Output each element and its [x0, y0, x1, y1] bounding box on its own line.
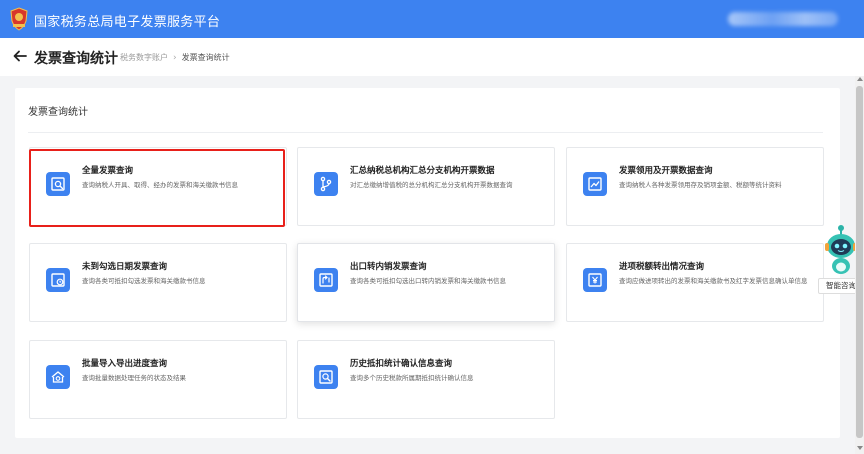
card-desc: 查询纳税人开具、取得、经办的发票和海关缴款书信息: [82, 181, 238, 189]
chevron-right-icon: ›: [173, 52, 177, 63]
card-title: 发票领用及开票数据查询: [619, 166, 713, 176]
section-title: 发票查询统计: [28, 107, 88, 118]
card-desc: 查询各类可抵扣勾选出口转内销发票和海关缴款书信息: [350, 277, 506, 285]
card-title: 进项税额转出情况查询: [619, 262, 705, 272]
card-title: 汇总纳税总机构汇总分支机构开票数据: [350, 166, 495, 176]
breadcrumb-item-current: 发票查询统计: [181, 53, 230, 62]
card-title: 出口转内销发票查询: [350, 262, 427, 272]
card-full-invoice-query[interactable]: 全量发票查询 查询纳税人开具、取得、经办的发票和海关缴款书信息: [29, 147, 287, 226]
card-title: 历史抵扣统计确认信息查询: [350, 359, 453, 369]
platform-title: 国家税务总局电子发票服务平台: [34, 15, 221, 30]
card-export-to-domestic-query[interactable]: 出口转内销发票查询 查询各类可抵扣勾选出口转内销发票和海关缴款书信息: [297, 243, 555, 322]
card-desc: 查询各类可抵扣勾选发票和海关缴款书信息: [82, 277, 206, 285]
scroll-thumb[interactable]: [856, 86, 863, 438]
card-history-deduction-query[interactable]: 历史抵扣统计确认信息查询 查询多个历史税款所属期抵扣统计确认信息: [297, 340, 555, 419]
history-search-icon: [314, 365, 338, 389]
arrow-left-icon[interactable]: [13, 49, 27, 63]
yuan-doc-icon: [583, 268, 607, 292]
main-panel: 发票查询统计 全量发票查询 查询纳税人开具、取得、经办的发票和海关缴款书信息 汇…: [15, 88, 840, 438]
card-desc: 查询批量数据处理任务的状态及结果: [82, 374, 186, 382]
card-title: 批量导入导出进度查询: [82, 359, 168, 369]
card-pending-check-date-query[interactable]: 未到勾选日期发票查询 查询各类可抵扣勾选发票和海关缴款书信息: [29, 243, 287, 322]
section-divider: [28, 132, 823, 133]
clock-doc-icon: [46, 268, 70, 292]
page-scrollbar[interactable]: [855, 76, 864, 454]
page-title: 发票查询统计: [34, 51, 118, 67]
card-branch-invoice-data[interactable]: 汇总纳税总机构汇总分支机构开票数据 对汇总缴纳增值税的总分机构汇总分支机构开票数…: [297, 147, 555, 226]
card-desc: 查询纳税人各种发票领用存及销项金额、税额等统计资料: [619, 181, 782, 189]
user-info-blurred[interactable]: [728, 12, 838, 26]
card-invoice-usage-query[interactable]: 发票领用及开票数据查询 查询纳税人各种发票领用存及销项金额、税额等统计资料: [566, 147, 824, 226]
card-desc: 查询应做进项转出的发票和海关缴款书及红字发票信息确认单信息: [619, 277, 808, 285]
scroll-up-arrow-icon[interactable]: [857, 77, 863, 81]
card-batch-progress-query[interactable]: 批量导入导出进度查询 查询批量数据处理任务的状态及结果: [29, 340, 287, 419]
card-title: 未到勾选日期发票查询: [82, 262, 168, 272]
tax-emblem-icon: [10, 7, 28, 31]
branch-tree-icon: [314, 172, 338, 196]
card-title: 全量发票查询: [82, 166, 134, 176]
transfer-doc-icon: [314, 268, 338, 292]
batch-progress-icon: [46, 365, 70, 389]
breadcrumb-item-tax-account[interactable]: 税务数字账户: [120, 52, 168, 63]
breadcrumb: 税务数字账户 › 发票查询统计: [120, 52, 230, 63]
card-desc: 查询多个历史税款所属期抵扣统计确认信息: [350, 374, 474, 382]
scroll-down-arrow-icon[interactable]: [857, 446, 863, 450]
trend-chart-icon: [583, 172, 607, 196]
card-desc: 对汇总缴纳增值税的总分机构汇总分支机构开票数据查询: [350, 181, 513, 189]
invoice-search-icon: [46, 172, 70, 196]
card-input-tax-transfer-query[interactable]: 进项税额转出情况查询 查询应做进项转出的发票和海关缴款书及红字发票信息确认单信息: [566, 243, 824, 322]
page-header: 发票查询统计 税务数字账户 › 发票查询统计: [0, 38, 864, 76]
top-bar: 国家税务总局电子发票服务平台: [0, 0, 864, 38]
